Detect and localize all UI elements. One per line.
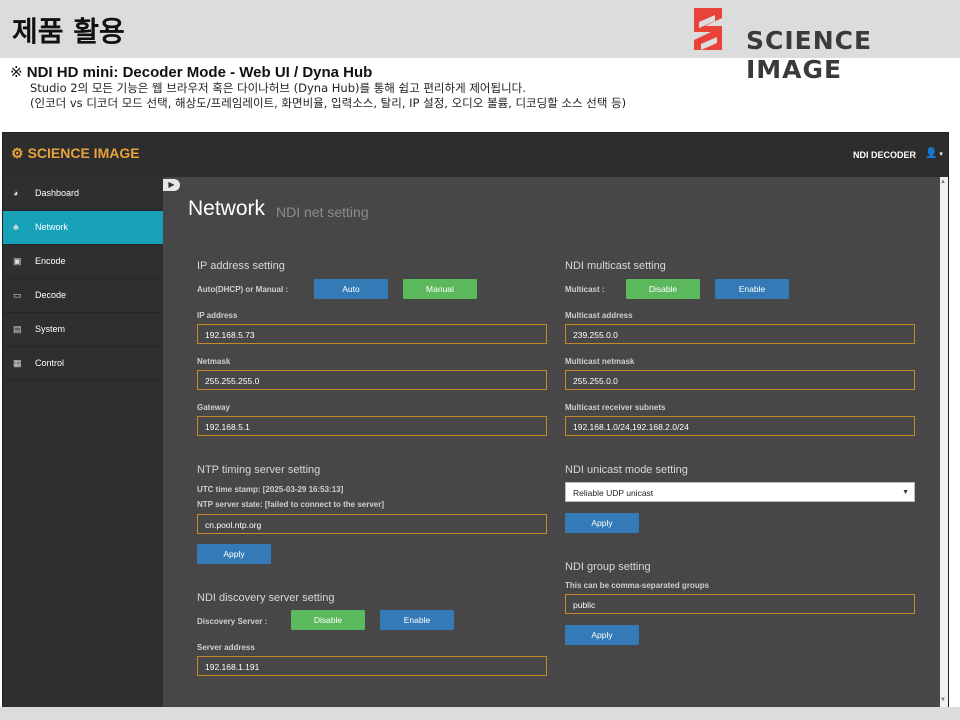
discovery-enable-button[interactable]: Enable (380, 610, 454, 630)
ntp-section-title: NTP timing server setting (197, 464, 321, 476)
netmask-field[interactable]: 255.255.255.0 (197, 370, 547, 390)
unicast-apply-button[interactable]: Apply (565, 513, 639, 533)
multicast-subnets-label: Multicast receiver subnets (565, 403, 666, 412)
sidebar-item-decode[interactable]: ▭ Decode (3, 279, 163, 313)
sidebar-item-label: Network (35, 222, 69, 232)
multicast-label: Multicast : (565, 285, 605, 294)
multicast-address-field[interactable]: 239.255.0.0 (565, 324, 915, 344)
top-navbar: ⚙ SCIENCE IMAGE NDI DECODER 👤 ▾ (3, 133, 948, 177)
gateway-field[interactable]: 192.168.5.1 (197, 416, 547, 436)
sidebar-item-network[interactable]: ♣ Network (3, 211, 163, 245)
auto-button[interactable]: Auto (314, 279, 388, 299)
subtitle-text: NDI HD mini: Decoder Mode - Web UI / Dyn… (26, 64, 373, 81)
manual-button[interactable]: Manual (403, 279, 477, 299)
group-apply-button[interactable]: Apply (565, 625, 639, 645)
sidebar-item-label: Control (35, 358, 65, 368)
ip-address-field[interactable]: 192.168.5.73 (197, 324, 547, 344)
sidebar-item-label: Decode (35, 290, 67, 300)
sidebar-toggle-button[interactable]: ▶ (163, 179, 180, 191)
ip-address-label: IP address (197, 311, 238, 320)
sidebar-item-label: Encode (35, 256, 66, 266)
network-icon: ♣ (13, 222, 19, 232)
scrollbar[interactable]: ▲ ▼ (940, 177, 948, 707)
app-logo-text: SCIENCE IMAGE (27, 145, 140, 161)
gear-icon: ⚙ (11, 145, 24, 161)
scroll-down-icon[interactable]: ▼ (940, 697, 946, 703)
multicast-subnets-field[interactable]: 192.168.1.0/24,192.168.2.0/24 (565, 416, 915, 436)
sidebar: ◕ Dashboard ♣ Network ▣ Encode ▭ Decode … (3, 177, 163, 707)
multicast-netmask-field[interactable]: 255.255.0.0 (565, 370, 915, 390)
user-menu-button[interactable]: 👤 ▾ (925, 148, 943, 159)
multicast-enable-button[interactable]: Enable (715, 279, 789, 299)
app-logo[interactable]: ⚙ SCIENCE IMAGE (11, 145, 140, 162)
sidebar-item-encode[interactable]: ▣ Encode (3, 245, 163, 279)
chevron-down-icon: ▼ (902, 489, 909, 496)
gateway-label: Gateway (197, 403, 230, 412)
multicast-address-label: Multicast address (565, 311, 633, 320)
slide-header: 제품 활용 SCIENCE IMAGE (0, 0, 960, 84)
decode-icon: ▭ (13, 290, 22, 300)
group-hint: This can be comma-separated groups (565, 581, 710, 590)
sidebar-item-system[interactable]: ▤ System (3, 313, 163, 347)
multicast-section-title: NDI multicast setting (565, 260, 666, 272)
play-icon: ▶ (168, 180, 175, 189)
unicast-mode-value: Reliable UDP unicast (573, 488, 654, 498)
mode-label: NDI DECODER (853, 150, 917, 160)
ntp-apply-button[interactable]: Apply (197, 544, 271, 564)
ip-mode-label: Auto(DHCP) or Manual : (197, 285, 289, 294)
web-ui-window: ⚙ SCIENCE IMAGE NDI DECODER 👤 ▾ ◕ Dashboa… (2, 132, 949, 708)
sidebar-item-label: Dashboard (35, 188, 80, 198)
description-line-1: Studio 2의 모든 기능은 웹 브라우저 혹은 다이나허브 (Dyna H… (30, 81, 526, 95)
ntp-server-field[interactable]: cn.pool.ntp.org (197, 514, 547, 534)
slide-subtitle: ※ NDI HD mini: Decoder Mode - Web UI / D… (10, 63, 372, 81)
control-icon: ▦ (13, 358, 22, 368)
sidebar-item-dashboard[interactable]: ◕ Dashboard (3, 177, 163, 211)
multicast-disable-button[interactable]: Disable (626, 279, 700, 299)
group-section-title: NDI group setting (565, 561, 651, 573)
sidebar-item-label: System (35, 324, 66, 334)
chevron-down-icon: ▾ (937, 151, 943, 158)
encode-icon: ▣ (13, 256, 22, 266)
unicast-mode-select[interactable]: Reliable UDP unicast ▼ (565, 482, 915, 502)
server-address-label: Server address (197, 643, 255, 652)
netmask-label: Netmask (197, 357, 231, 366)
discovery-section-title: NDI discovery server setting (197, 592, 335, 604)
server-address-field[interactable]: 192.168.1.191 (197, 656, 547, 676)
user-icon: 👤 (925, 148, 938, 159)
page-title: Network (188, 197, 266, 220)
description-line-2: (인코더 vs 디코더 모드 선택, 해상도/프레임레이트, 화면비율, 입력소… (30, 96, 627, 110)
brand-logo-icon (694, 8, 722, 50)
ntp-server-state: NTP server state: [failed to connect to … (197, 500, 385, 509)
scroll-up-icon[interactable]: ▲ (940, 179, 946, 185)
sidebar-item-control[interactable]: ▦ Control (3, 347, 163, 381)
unicast-section-title: NDI unicast mode setting (565, 464, 688, 476)
reference-mark: ※ (10, 64, 23, 81)
ntp-utc-timestamp: UTC time stamp: [2025-03-29 16:53:13] (197, 485, 344, 494)
slide-title: 제품 활용 (12, 15, 125, 48)
system-icon: ▤ (13, 324, 22, 334)
bottom-strip (0, 707, 960, 720)
dashboard-icon: ◕ (13, 188, 19, 198)
ip-section-title: IP address setting (197, 260, 285, 272)
multicast-netmask-label: Multicast netmask (565, 357, 635, 366)
discovery-disable-button[interactable]: Disable (291, 610, 365, 630)
brand-text: SCIENCE IMAGE (746, 26, 873, 84)
group-field[interactable]: public (565, 594, 915, 614)
page-subtitle: NDI net setting (276, 204, 369, 220)
discovery-server-label: Discovery Server : (197, 617, 268, 626)
